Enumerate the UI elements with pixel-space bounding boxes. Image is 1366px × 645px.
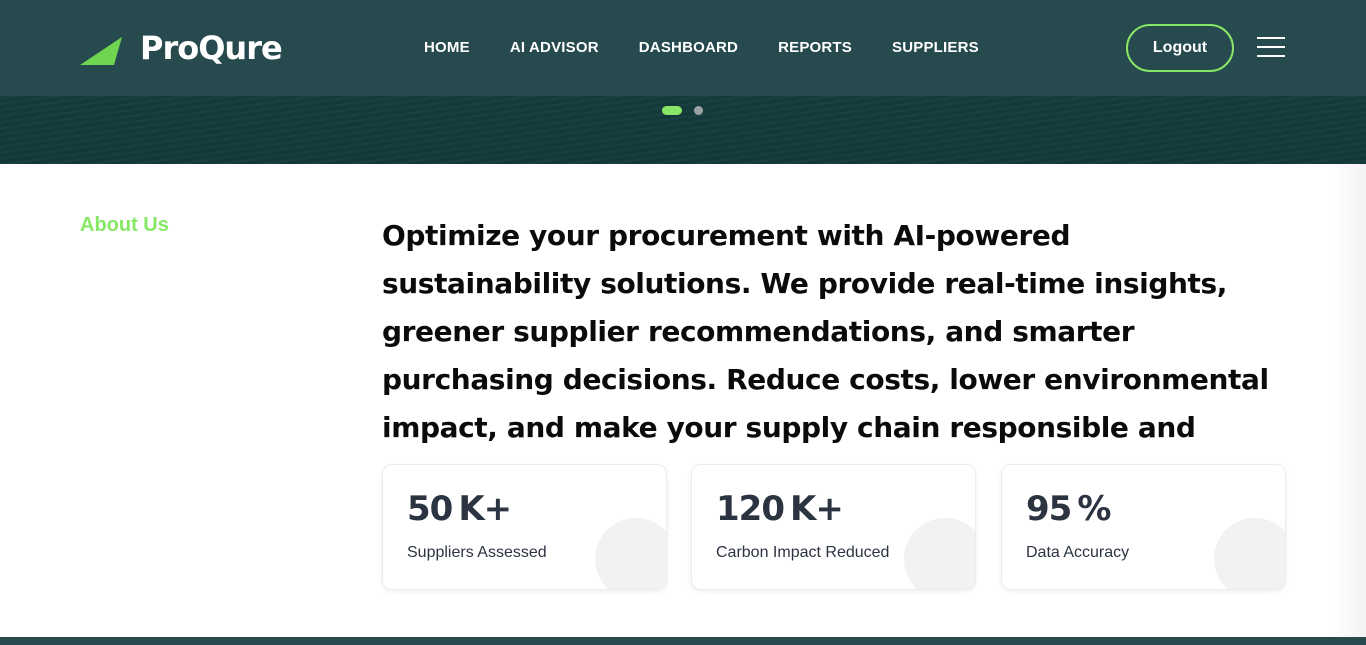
decorative-circle <box>1214 518 1285 589</box>
stat-suffix: % <box>1077 489 1111 529</box>
decorative-circle <box>595 518 666 589</box>
brand-logo[interactable]: ProQure <box>80 28 283 68</box>
arrow-plane-icon <box>80 37 122 65</box>
footer-strip <box>0 637 1366 645</box>
nav-link-suppliers[interactable]: SUPPLIERS <box>892 38 979 58</box>
nav-link-reports[interactable]: REPORTS <box>778 38 852 58</box>
nav-link-ai-advisor[interactable]: AI ADVISOR <box>510 38 599 58</box>
hero-banner: ProQure HOME AI ADVISOR DASHBOARD REPORT… <box>0 0 1366 164</box>
stat-suffix: K+ <box>458 489 512 529</box>
decorative-circle <box>904 518 975 589</box>
hamburger-menu-icon[interactable] <box>1257 37 1287 59</box>
stat-number: 95 <box>1026 489 1072 529</box>
stat-label: Data Accuracy <box>1026 544 1130 561</box>
main-nav: HOME AI ADVISOR DASHBOARD REPORTS SUPPLI… <box>424 38 1019 58</box>
top-navbar: ProQure HOME AI ADVISOR DASHBOARD REPORT… <box>0 0 1366 96</box>
slider-dot-active[interactable] <box>662 106 682 115</box>
stat-number: 50 <box>407 489 453 529</box>
stat-label: Suppliers Assessed <box>407 544 547 561</box>
stat-label: Carbon Impact Reduced <box>716 544 890 561</box>
logout-button[interactable]: Logout <box>1126 24 1234 72</box>
stat-card-suppliers: 50 K+ Suppliers Assessed <box>382 464 667 590</box>
stat-card-carbon: 120 K+ Carbon Impact Reduced <box>691 464 976 590</box>
stat-value: 120 K+ <box>716 489 844 529</box>
nav-link-dashboard[interactable]: DASHBOARD <box>639 38 738 58</box>
about-description: Optimize your procurement with AI-powere… <box>382 219 1269 492</box>
slider-pagination <box>662 106 703 115</box>
brand-name: ProQure <box>140 29 283 67</box>
stat-value: 50 K+ <box>407 489 512 529</box>
page-edge-shadow <box>1330 164 1366 637</box>
stat-suffix: K+ <box>789 489 844 529</box>
stats-row: 50 K+ Suppliers Assessed 120 K+ Carbon I… <box>382 464 1286 590</box>
section-label: About Us <box>80 214 169 236</box>
slider-dot[interactable] <box>694 106 703 115</box>
nav-link-home[interactable]: HOME <box>424 38 470 58</box>
stat-card-accuracy: 95 % Data Accuracy <box>1001 464 1286 590</box>
stat-number: 120 <box>716 489 785 529</box>
stat-value: 95 % <box>1026 489 1111 529</box>
